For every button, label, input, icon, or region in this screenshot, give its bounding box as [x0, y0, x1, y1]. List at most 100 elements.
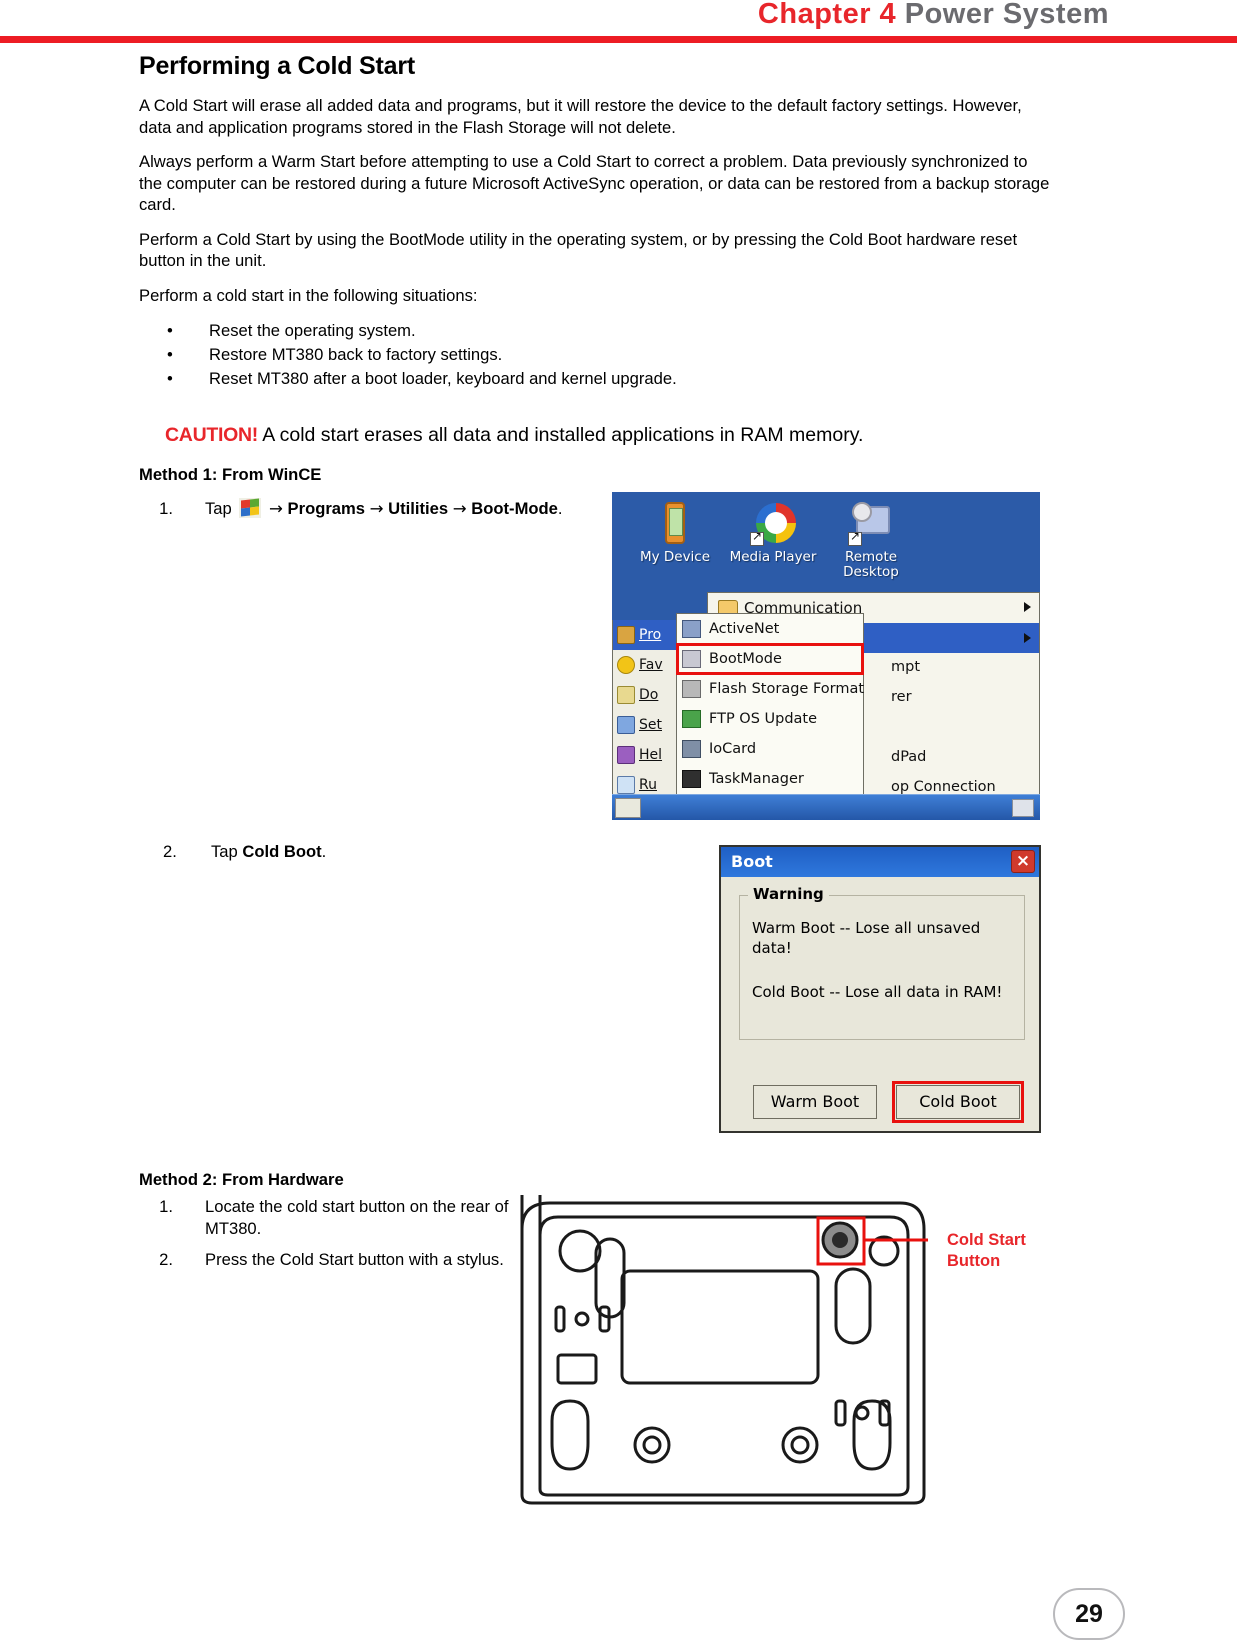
page-title: Performing a Cold Start [139, 52, 415, 80]
cold-start-button-target [816, 1216, 866, 1266]
page-number-badge: 29 [1053, 1588, 1125, 1640]
step-item: 2. Press the Cold Start button with a st… [139, 1249, 519, 1271]
menu-item-ftp-os-update[interactable]: FTP OS Update [677, 704, 863, 734]
wrench-icon [682, 680, 701, 698]
caution-text: A cold start erases all data and install… [262, 424, 864, 446]
caution-label: CAUTION! [165, 424, 258, 446]
menu-item-label: FTP OS Update [709, 711, 818, 727]
arrow-icon: → [452, 499, 467, 518]
clipped-label: op Connection [891, 779, 996, 795]
list-item: • Reset MT380 after a boot loader, keybo… [139, 367, 1051, 391]
list-item: • Restore MT380 back to factory settings… [139, 343, 1051, 367]
step-suffix: . [321, 842, 327, 861]
device-rear-diagram [518, 1195, 948, 1505]
menu-item-label: ActiveNet [709, 621, 780, 637]
method-2-steps: 1. Locate the cold start button on the r… [139, 1196, 519, 1271]
page-header: Chapter 4 Power System [0, 0, 1237, 43]
desktop-icon-label: Remote Desktop [843, 549, 899, 580]
method-1-steps: 1. Tap → Programs → Utilities → Boot-Mod… [139, 498, 589, 520]
menu-item-label: BootMode [709, 651, 782, 667]
warm-boot-button[interactable]: Warm Boot [753, 1085, 877, 1119]
step-text: Tap Cold Boot. [211, 842, 559, 862]
help-book-icon [617, 746, 635, 764]
clipped-label: mpt [891, 659, 921, 675]
paragraph-3: Perform a Cold Start by using the BootMo… [139, 229, 1018, 271]
settings-icon [617, 716, 635, 734]
start-menu-item-label: Fav [639, 657, 663, 673]
run-icon [617, 776, 635, 794]
menu-item-label: TaskManager [709, 771, 804, 787]
desktop-icon-my-device[interactable]: My Device [620, 500, 730, 565]
favorites-star-icon [617, 656, 635, 674]
list-item-label: Reset MT380 after a boot loader, keyboar… [209, 369, 677, 388]
paragraph-4: Perform a cold start in the following si… [139, 285, 478, 305]
menu-item-taskmanager[interactable]: TaskManager [677, 764, 863, 794]
chevron-right-icon [1024, 633, 1031, 643]
groupbox-legend: Warning [748, 885, 829, 903]
traffic-light-icon [682, 770, 701, 788]
device-rear-illustration [520, 1195, 948, 1505]
step-text: Locate the cold start button on the rear… [205, 1197, 509, 1238]
header-title: Chapter 4 Power System [758, 0, 1109, 31]
start-menu-item-label: Pro [639, 627, 662, 643]
arrow-icon: → [269, 499, 283, 518]
activenet-icon [682, 620, 701, 638]
header-subject: Power System [904, 0, 1109, 30]
menu-item-flash-storage-format[interactable]: Flash Storage Format [677, 674, 865, 704]
step-number: 1. [159, 499, 173, 518]
menu-item-iocard[interactable]: IoCard [677, 734, 863, 764]
paragraph-2: Always perform a Warm Start before attem… [139, 152, 1050, 214]
menu-path-bootmode: Boot-Mode [471, 499, 558, 518]
warning-groupbox: Warning Warm Boot -- Lose all unsaved da… [739, 885, 1025, 1040]
menu-item-label: Flash Storage Format [709, 681, 865, 697]
start-menu-item-label: Ru [639, 777, 657, 793]
desktop-icon-media-player[interactable]: Media Player [718, 500, 828, 565]
step-number: 1. [159, 1197, 173, 1216]
close-icon[interactable]: × [1011, 850, 1035, 873]
step-prefix: Tap [205, 499, 232, 518]
start-button[interactable] [615, 798, 641, 818]
chevron-right-icon [1024, 602, 1031, 612]
taskbar [612, 794, 1040, 820]
start-menu-item-label: Set [639, 717, 662, 733]
dialog-button-row: Warm Boot Cold Boot [721, 1081, 1039, 1123]
arrow-icon: → [369, 499, 384, 518]
menu-item-bootmode[interactable]: BootMode [676, 643, 864, 675]
step-item: 1. Tap → Programs → Utilities → Boot-Mod… [139, 498, 589, 520]
desktop-icon-label: My Device [639, 549, 711, 565]
page-number: 29 [1075, 1600, 1103, 1628]
header-chapter: Chapter 4 [757, 0, 897, 30]
list-item: • Reset the operating system. [139, 319, 1051, 343]
paragraph-1: A Cold Start will erase all added data a… [139, 96, 1022, 137]
step-prefix: Tap [211, 842, 238, 861]
bullet-marker: • [167, 345, 173, 364]
menu-item-activenet[interactable]: ActiveNet [677, 614, 863, 644]
dialog-title-bar: Boot × [721, 847, 1039, 877]
pda-device-icon [652, 500, 698, 548]
start-menu-item-label: Hel [639, 747, 663, 763]
utilities-submenu: ActiveNet BootMode Flash Storage Format … [676, 613, 865, 818]
documents-icon [617, 686, 635, 704]
clipped-label: rer [891, 689, 912, 705]
step-number: 2. [163, 842, 177, 861]
desktop-icon-row: My Device Media Player Remote Desktop [620, 500, 1040, 595]
list-item-label: Restore MT380 back to factory settings. [209, 345, 503, 364]
cold-boot-button[interactable]: Cold Boot [892, 1081, 1024, 1123]
desktop-icon-remote-desktop[interactable]: Remote Desktop [816, 500, 926, 580]
step-text: Tap → Programs → Utilities → Boot-Mode. [205, 498, 589, 520]
step-item: 2. Tap Cold Boot. [139, 842, 559, 862]
caution-note: CAUTION! A cold start erases all data an… [165, 424, 1051, 447]
wince-desktop-screenshot: My Device Media Player Remote Desktop Co… [612, 492, 1040, 820]
bullet-marker: • [167, 321, 173, 340]
system-tray-icon[interactable] [1012, 799, 1034, 817]
step-suffix: . [557, 499, 563, 518]
warning-line-cold: Cold Boot -- Lose all data in RAM! [752, 983, 1003, 1001]
method-2-heading: Method 2: From Hardware [139, 1170, 344, 1189]
menu-item-label: IoCard [709, 741, 757, 757]
cold-start-button-callout: Cold Start Button [947, 1231, 1026, 1270]
list-item-label: Reset the operating system. [209, 321, 416, 340]
situations-list: • Reset the operating system. • Restore … [139, 319, 1051, 391]
remote-desktop-icon [848, 500, 894, 548]
step-text: Press the Cold Start button with a stylu… [205, 1250, 504, 1269]
bullet-marker: • [167, 369, 173, 388]
